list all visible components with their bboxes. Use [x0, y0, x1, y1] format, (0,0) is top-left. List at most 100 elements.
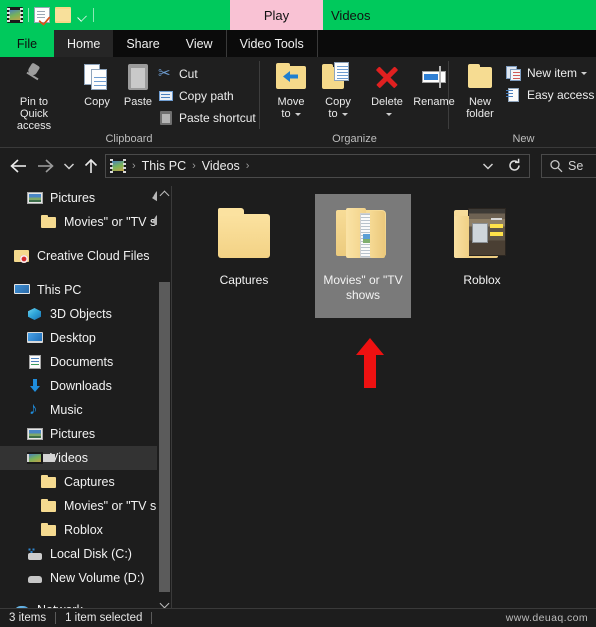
- sidebar-item-3d-objects[interactable]: 3D Objects: [0, 302, 172, 326]
- sidebar-gap-3: [0, 590, 172, 598]
- up-button[interactable]: [78, 151, 104, 181]
- address-history-dropdown[interactable]: [475, 155, 501, 177]
- tab-view[interactable]: View: [173, 30, 226, 57]
- sidebar-item-label: New Volume (D:): [50, 571, 145, 585]
- cut-button[interactable]: Cut: [158, 64, 198, 83]
- easy-access-icon: [506, 87, 522, 103]
- film-videos-icon[interactable]: [7, 7, 23, 23]
- new-folder-icon-large: [463, 60, 497, 94]
- refresh-button[interactable]: [501, 155, 529, 177]
- window-title: Videos: [331, 7, 371, 23]
- tab-file[interactable]: File: [0, 30, 54, 57]
- sidebar-item-documents[interactable]: Documents: [0, 350, 172, 374]
- tab-video-tools[interactable]: Video Tools: [225, 30, 318, 57]
- easy-access-label: Easy access: [527, 87, 595, 102]
- new-item-button[interactable]: New item: [506, 63, 588, 82]
- ribbon: Pin to Quick access Copy Paste Cut Copy …: [0, 57, 596, 148]
- documents-icon: [27, 354, 43, 370]
- sidebar-item-label: Roblox: [64, 523, 103, 537]
- status-selection-info: 1 item selected: [65, 612, 143, 624]
- folder-with-screenshot-thumbnail-icon: [445, 200, 519, 266]
- sidebar-item-videos[interactable]: Videos: [0, 446, 172, 470]
- new-folder-button[interactable]: New folder: [451, 60, 509, 120]
- rename-icon: [417, 60, 451, 94]
- sidebar-scrollbar[interactable]: [157, 186, 171, 612]
- sidebar-item-downloads[interactable]: Downloads: [0, 374, 172, 398]
- search-icon: [550, 159, 563, 173]
- sidebar-item-label: Pictures: [50, 427, 96, 441]
- videos-folder-icon: [110, 158, 126, 174]
- breadcrumb-bar[interactable]: › This PC › Videos ›: [105, 154, 530, 178]
- videos-icon: [27, 450, 43, 466]
- sidebar-item-music[interactable]: Music: [0, 398, 172, 422]
- sidebar-item-label: Music: [50, 403, 83, 417]
- scrollbar-track[interactable]: [157, 202, 171, 596]
- search-box[interactable]: Se: [541, 154, 596, 178]
- recent-locations-button[interactable]: [58, 151, 78, 181]
- navigation-pane[interactable]: Pictures Movies" or "TV sh Creative Clou…: [0, 186, 172, 612]
- paste-shortcut-button[interactable]: Paste shortcut: [158, 108, 256, 127]
- chevron-down-icon: [482, 163, 494, 170]
- downloads-icon: [27, 378, 43, 394]
- pin-to-quick-access-button[interactable]: Pin to Quick access: [5, 60, 63, 132]
- forward-button[interactable]: [32, 151, 58, 181]
- creative-cloud-icon: [14, 248, 30, 264]
- breadcrumb-separator-2[interactable]: ›: [242, 160, 254, 172]
- properties-icon[interactable]: [34, 7, 50, 23]
- copy-to-label: Copy to: [325, 96, 351, 120]
- drive-icon: [27, 570, 43, 586]
- sidebar-item-captures[interactable]: Captures: [0, 470, 172, 494]
- sidebar-item-new-volume-d[interactable]: New Volume (D:): [0, 566, 172, 590]
- new-item-icon: [506, 65, 522, 81]
- ribbon-tab-bar: File Home Share View Video Tools: [0, 30, 596, 57]
- back-arrow-icon: [10, 159, 26, 173]
- sidebar-item-movies-or-tv-shows-quick[interactable]: Movies" or "TV sh: [0, 210, 172, 234]
- sidebar-item-pictures-quick[interactable]: Pictures: [0, 186, 172, 210]
- copy-to-caret-icon[interactable]: [341, 112, 348, 116]
- delete-caret-icon[interactable]: [385, 112, 392, 116]
- file-tile-movies-or-tv-shows[interactable]: Movies" or "TV shows: [315, 194, 411, 318]
- sidebar-item-desktop[interactable]: Desktop: [0, 326, 172, 350]
- file-tile-label: Captures: [219, 273, 269, 287]
- sidebar-item-this-pc[interactable]: This PC: [0, 278, 172, 302]
- folder-icon: [41, 498, 57, 514]
- this-pc-icon: [14, 282, 30, 298]
- sidebar-item-label: Local Disk (C:): [50, 547, 132, 561]
- breadcrumb-this-pc[interactable]: This PC: [140, 159, 188, 173]
- sidebar-item-label: Movies" or "TV sh: [64, 215, 164, 229]
- customize-qat-caret-icon[interactable]: [76, 7, 88, 23]
- sidebar-item-local-disk-c[interactable]: Local Disk (C:): [0, 542, 172, 566]
- status-item-count: 3 items: [9, 612, 47, 624]
- new-folder-icon[interactable]: [55, 7, 71, 23]
- desktop-icon: [27, 330, 43, 346]
- file-tile-captures[interactable]: Captures: [196, 194, 292, 318]
- easy-access-button[interactable]: Easy access: [506, 85, 596, 104]
- scrollbar-thumb[interactable]: [159, 282, 170, 592]
- qat-divider-2: [93, 8, 94, 22]
- ribbon-group-label-new: New: [512, 133, 535, 145]
- breadcrumb-separator-0: ›: [132, 160, 136, 172]
- move-to-caret-icon[interactable]: [294, 112, 301, 116]
- new-item-caret-icon[interactable]: [581, 71, 588, 75]
- plain-folder-icon: [207, 200, 281, 266]
- sidebar-item-creative-cloud-files[interactable]: Creative Cloud Files: [0, 244, 172, 268]
- status-divider-2: [151, 612, 153, 624]
- breadcrumb-videos[interactable]: Videos: [200, 159, 242, 173]
- tab-share[interactable]: Share: [113, 30, 172, 57]
- search-placeholder: Se: [568, 159, 584, 173]
- file-tile-roblox[interactable]: Roblox: [434, 194, 530, 318]
- scroll-up-arrow-icon[interactable]: [157, 186, 171, 202]
- open-folder-with-documents-icon: [326, 200, 400, 266]
- up-arrow-icon: [84, 158, 98, 173]
- scissors-icon: [158, 64, 174, 82]
- sidebar-item-pictures[interactable]: Pictures: [0, 422, 172, 446]
- copy-path-button[interactable]: Copy path: [158, 86, 234, 105]
- new-item-label: New item: [527, 66, 588, 80]
- file-list-view[interactable]: Captures Movies" or "TV shows Roblox: [172, 186, 596, 612]
- back-button[interactable]: [6, 151, 32, 181]
- breadcrumb-right-controls: [475, 155, 529, 177]
- sidebar-item-roblox[interactable]: Roblox: [0, 518, 172, 542]
- tab-home[interactable]: Home: [54, 30, 114, 57]
- play-contextual-tab[interactable]: Play: [230, 0, 323, 30]
- sidebar-item-movies-or-tv-shows[interactable]: Movies" or "TV sho: [0, 494, 172, 518]
